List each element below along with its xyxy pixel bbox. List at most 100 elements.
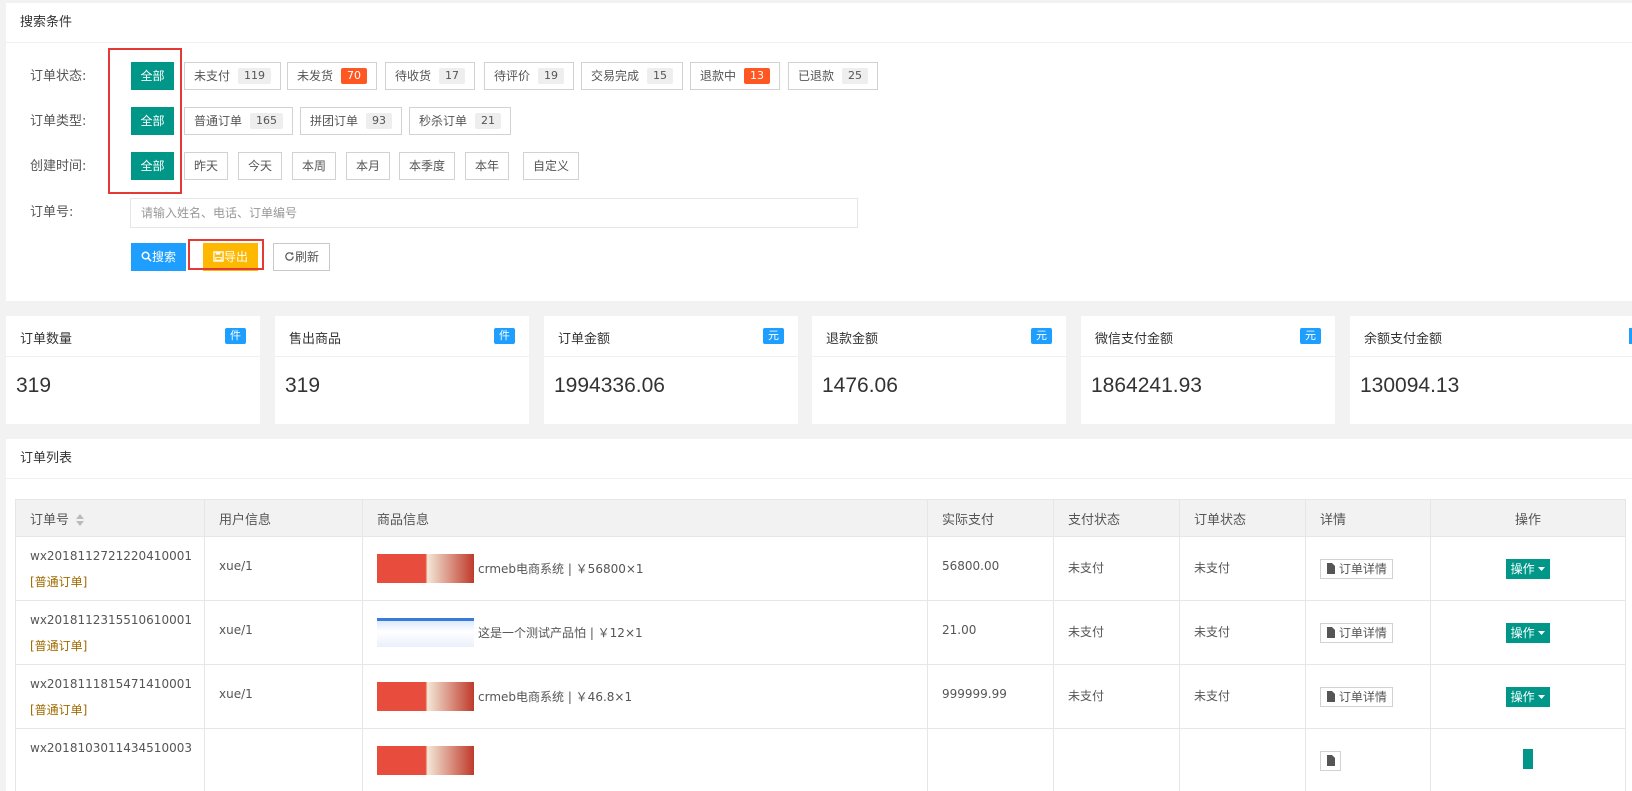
- refresh-icon: [285, 251, 294, 261]
- time-filter-custom[interactable]: 自定义: [523, 152, 580, 180]
- time-filter-today[interactable]: 今天: [238, 152, 283, 180]
- column-operation: 操作: [1430, 499, 1626, 537]
- count-badge: 21: [475, 113, 502, 129]
- export-button[interactable]: 导出: [203, 243, 259, 271]
- refresh-button[interactable]: 刷新: [273, 243, 331, 271]
- column-paid: 实际支付: [927, 499, 1054, 537]
- time-filter-yesterday[interactable]: 昨天: [184, 152, 229, 180]
- status-filter-completed[interactable]: 交易完成 15: [581, 62, 684, 90]
- order-table: 订单号 用户信息 商品信息 实际支付 支付状态 订单状态 详情 操作 wx201…: [15, 499, 1626, 791]
- stat-title: 余额支付金额: [1364, 332, 1443, 347]
- sort-icon[interactable]: [75, 513, 85, 527]
- status-filter-to-receive[interactable]: 待收货 17: [385, 62, 476, 90]
- file-icon: [1327, 563, 1335, 574]
- table-row: wx2018112721220410001 [普通订单] xue/1 crmeb电…: [15, 536, 1626, 601]
- action-row: 搜索 导出 刷新: [6, 243, 1632, 273]
- user-info: xue/1: [204, 664, 363, 729]
- search-icon: [141, 251, 152, 262]
- product-info: crmeb电商系统 | ￥56800×1: [377, 547, 927, 591]
- order-type: [普通订单]: [30, 639, 88, 653]
- order-detail-button[interactable]: 订单详情: [1320, 686, 1393, 707]
- unit-badge: 件: [225, 328, 246, 344]
- operation-dropdown[interactable]: 操作: [1505, 686, 1551, 707]
- product-text: crmeb电商系统 | ￥56800×1: [478, 562, 644, 576]
- operation-dropdown[interactable]: [1523, 749, 1533, 769]
- stat-value: 319: [285, 374, 321, 397]
- table-row: wx2018112315510610001 [普通订单] xue/1 这是一个测试…: [15, 600, 1626, 665]
- order-status: 未支付: [1179, 536, 1306, 601]
- order-status-row: 订单状态: 全部 未支付 119 未发货 70 待收货 17 待评价 19 交易完成 15…: [6, 62, 1632, 92]
- product-info: crmeb电商系统 | ￥46.8×1: [377, 675, 927, 719]
- count-badge: 119: [238, 68, 272, 84]
- time-filter-year[interactable]: 本年: [465, 152, 510, 180]
- search-button-label: 搜索: [152, 250, 177, 264]
- type-filter-all[interactable]: 全部: [131, 107, 174, 135]
- status-filter-all[interactable]: 全部: [131, 62, 174, 90]
- time-filter-week[interactable]: 本周: [292, 152, 337, 180]
- type-filter-flash-sale[interactable]: 秒杀订单 21: [409, 107, 512, 135]
- order-type-row: 订单类型: 全部 普通订单 165 拼团订单 93 秒杀订单 21: [6, 107, 1632, 137]
- operation-dropdown[interactable]: 操作: [1505, 558, 1551, 579]
- caret-down-icon: [1538, 694, 1546, 699]
- stat-title: 订单数量: [20, 332, 73, 347]
- order-detail-button[interactable]: 订单详情: [1320, 558, 1393, 579]
- order-type: [普通订单]: [30, 703, 88, 717]
- table-row: wx2018111815471410001 [普通订单] xue/1 crmeb电…: [15, 664, 1626, 729]
- caret-down-icon: [1538, 630, 1546, 635]
- stat-card-wechat-amount: 微信支付金额 元 1864241.93: [1081, 316, 1335, 424]
- order-list-title: 订单列表: [6, 439, 1632, 479]
- stat-title: 退款金额: [826, 332, 879, 347]
- column-detail: 详情: [1305, 499, 1431, 537]
- count-badge: 17: [439, 68, 466, 84]
- unit-badge: 元: [1300, 328, 1321, 344]
- order-number: wx2018112315510610001: [30, 613, 192, 627]
- search-panel-title: 搜索条件: [6, 3, 1632, 43]
- order-number: wx2018111815471410001: [30, 677, 192, 691]
- status-filter-refunding[interactable]: 退款中 13: [690, 62, 781, 90]
- search-button[interactable]: 搜索: [131, 243, 187, 271]
- save-icon: [213, 251, 224, 262]
- count-badge: 19: [538, 68, 565, 84]
- stat-value: 130094.13: [1360, 374, 1460, 397]
- status-filter-refunded[interactable]: 已退款 25: [788, 62, 879, 90]
- order-detail-button[interactable]: [1320, 750, 1341, 771]
- order-status: 未支付: [1179, 600, 1306, 665]
- status-filter-unshipped[interactable]: 未发货 70: [287, 62, 378, 90]
- product-thumbnail: [377, 554, 474, 583]
- status-filter-to-review[interactable]: 待评价 19: [484, 62, 575, 90]
- stat-card-sold-goods: 售出商品 件 319: [275, 316, 529, 424]
- paid-amount: 21.00: [927, 600, 1054, 665]
- unit-badge: 元: [763, 328, 784, 344]
- file-icon: [1327, 627, 1335, 638]
- column-order-no[interactable]: 订单号: [15, 499, 205, 537]
- order-detail-button[interactable]: 订单详情: [1320, 622, 1393, 643]
- type-filter-normal[interactable]: 普通订单 165: [184, 107, 294, 135]
- type-filter-group[interactable]: 拼团订单 93: [300, 107, 403, 135]
- product-text: 这是一个测试产品怕 | ￥12×1: [478, 626, 643, 640]
- paid-amount: 56800.00: [927, 536, 1054, 601]
- status-filter-unpaid[interactable]: 未支付 119: [184, 62, 282, 90]
- time-filter-quarter[interactable]: 本季度: [399, 152, 456, 180]
- user-info: xue/1: [204, 536, 363, 601]
- order-status: 未支付: [1179, 664, 1306, 729]
- create-time-label: 创建时间:: [30, 159, 87, 174]
- table-row: wx2018103011434510003: [15, 728, 1626, 791]
- order-number-input[interactable]: [130, 198, 858, 228]
- create-time-row: 创建时间: 全部 昨天 今天 本周 本月 本季度 本年 自定义: [6, 152, 1632, 182]
- table-header-row: 订单号 用户信息 商品信息 实际支付 支付状态 订单状态 详情 操作: [15, 499, 1626, 537]
- column-product-info: 商品信息: [362, 499, 928, 537]
- count-badge: 93: [366, 113, 393, 129]
- stat-title: 订单金额: [558, 332, 611, 347]
- file-icon: [1327, 691, 1335, 702]
- time-filter-month[interactable]: 本月: [346, 152, 391, 180]
- order-status-label: 订单状态:: [30, 69, 87, 84]
- product-text: crmeb电商系统 | ￥46.8×1: [478, 690, 633, 704]
- user-info: xue/1: [204, 600, 363, 665]
- pay-status: 未支付: [1053, 600, 1180, 665]
- unit-badge: 元: [1031, 328, 1052, 344]
- stat-card-order-count: 订单数量 件 319: [6, 316, 260, 424]
- operation-dropdown[interactable]: 操作: [1505, 622, 1551, 643]
- count-badge: 165: [250, 113, 284, 129]
- time-filter-all[interactable]: 全部: [131, 152, 174, 180]
- product-thumbnail: [377, 618, 474, 647]
